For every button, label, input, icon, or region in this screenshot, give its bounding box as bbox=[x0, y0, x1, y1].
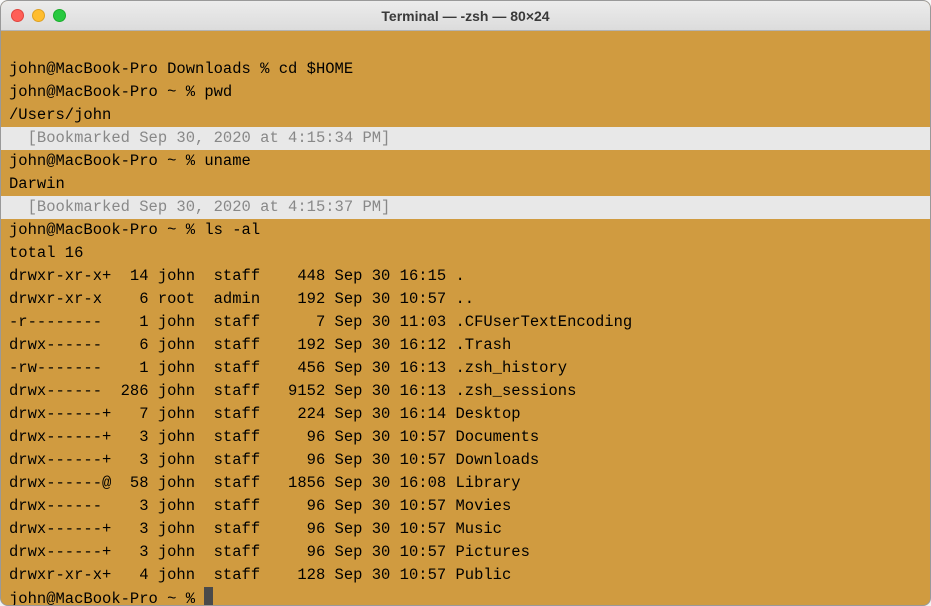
term-line: Darwin bbox=[9, 175, 65, 193]
titlebar[interactable]: Terminal — -zsh — 80×24 bbox=[1, 1, 930, 31]
term-line: /Users/john bbox=[9, 106, 111, 124]
traffic-lights bbox=[11, 9, 66, 22]
term-line: john@MacBook-Pro ~ % pwd bbox=[9, 83, 232, 101]
ls-row: drwx------+ 7 john staff 224 Sep 30 16:1… bbox=[9, 405, 521, 423]
ls-row: drwx------ 286 john staff 9152 Sep 30 16… bbox=[9, 382, 576, 400]
terminal-content[interactable]: john@MacBook-Pro Downloads % cd $HOME jo… bbox=[1, 31, 930, 605]
prompt-line[interactable]: john@MacBook-Pro ~ % bbox=[9, 590, 213, 605]
ls-row: drwx------+ 3 john staff 96 Sep 30 10:57… bbox=[9, 428, 539, 446]
ls-row: drwx------@ 58 john staff 1856 Sep 30 16… bbox=[9, 474, 521, 492]
ls-row: drwx------+ 3 john staff 96 Sep 30 10:57… bbox=[9, 543, 530, 561]
ls-row: -rw------- 1 john staff 456 Sep 30 16:13… bbox=[9, 359, 567, 377]
ls-row: -r-------- 1 john staff 7 Sep 30 11:03 .… bbox=[9, 313, 632, 331]
ls-row: drwxr-xr-x 6 root admin 192 Sep 30 10:57… bbox=[9, 290, 474, 308]
term-line: john@MacBook-Pro ~ % ls -al bbox=[9, 221, 260, 239]
prompt-text: john@MacBook-Pro ~ % bbox=[9, 590, 204, 605]
ls-row: drwx------+ 3 john staff 96 Sep 30 10:57… bbox=[9, 451, 539, 469]
term-line: john@MacBook-Pro ~ % uname bbox=[9, 152, 251, 170]
cursor-icon bbox=[204, 587, 213, 605]
bookmark-line: [Bookmarked Sep 30, 2020 at 4:15:34 PM] bbox=[1, 127, 930, 150]
bookmark-line: [Bookmarked Sep 30, 2020 at 4:15:37 PM] bbox=[1, 196, 930, 219]
close-icon[interactable] bbox=[11, 9, 24, 22]
ls-row: drwx------ 3 john staff 96 Sep 30 10:57 … bbox=[9, 497, 511, 515]
ls-row: drwx------+ 3 john staff 96 Sep 30 10:57… bbox=[9, 520, 502, 538]
maximize-icon[interactable] bbox=[53, 9, 66, 22]
term-line: total 16 bbox=[9, 244, 83, 262]
term-line: john@MacBook-Pro Downloads % cd $HOME bbox=[9, 60, 353, 78]
ls-row: drwx------ 6 john staff 192 Sep 30 16:12… bbox=[9, 336, 511, 354]
ls-row: drwxr-xr-x+ 14 john staff 448 Sep 30 16:… bbox=[9, 267, 465, 285]
minimize-icon[interactable] bbox=[32, 9, 45, 22]
window-title: Terminal — -zsh — 80×24 bbox=[1, 8, 930, 24]
ls-row: drwxr-xr-x+ 4 john staff 128 Sep 30 10:5… bbox=[9, 566, 511, 584]
terminal-window: Terminal — -zsh — 80×24 john@MacBook-Pro… bbox=[0, 0, 931, 606]
